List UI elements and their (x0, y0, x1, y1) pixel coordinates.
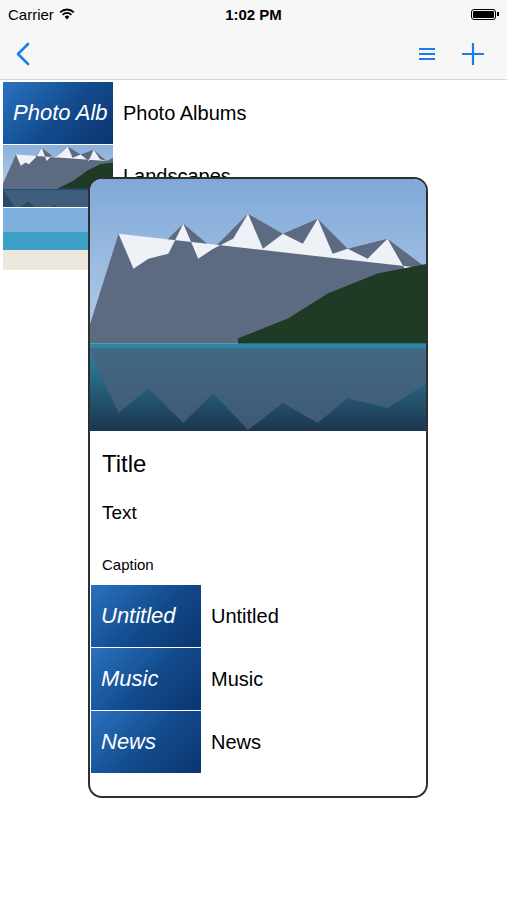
add-icon[interactable] (461, 42, 485, 66)
album-title: Untitled (211, 605, 279, 628)
album-row[interactable]: News News (91, 711, 426, 773)
album-title: News (211, 731, 261, 754)
album-row[interactable]: Photo Alb Photo Albums (0, 82, 507, 144)
back-chevron-icon[interactable] (16, 42, 30, 66)
time-label: 1:02 PM (225, 6, 282, 23)
battery-icon (471, 9, 496, 20)
preview-album-list: UntitledUntitledMusicMusicNewsNews (90, 585, 426, 773)
album-title: Photo Albums (123, 102, 246, 125)
album-thumbnail: Photo Alb (3, 82, 113, 144)
album-title: Music (211, 668, 263, 691)
album-row[interactable]: Untitled Untitled (91, 585, 426, 647)
album-thumbnail: Music (91, 648, 201, 710)
nav-bar (0, 28, 507, 80)
mountain-photo (90, 179, 426, 431)
list-icon[interactable] (419, 46, 435, 62)
album-thumbnail: News (91, 711, 201, 773)
peek-preview-card[interactable]: TitleTextCaptionUntitledUntitledMusicMus… (88, 177, 428, 798)
screen: Carrier1:02 PMPhoto AlbPhoto AlbumsLands… (0, 0, 507, 900)
album-row[interactable]: Music Music (91, 648, 426, 710)
carrier-label: Carrier (8, 6, 54, 23)
wifi-icon (59, 8, 75, 20)
preview-text: Text (102, 501, 414, 525)
preview-title: Title (102, 449, 414, 479)
album-thumbnail: Untitled (91, 585, 201, 647)
preview-caption: Caption (102, 555, 414, 575)
status-bar: Carrier 1:02 PM (0, 0, 507, 28)
